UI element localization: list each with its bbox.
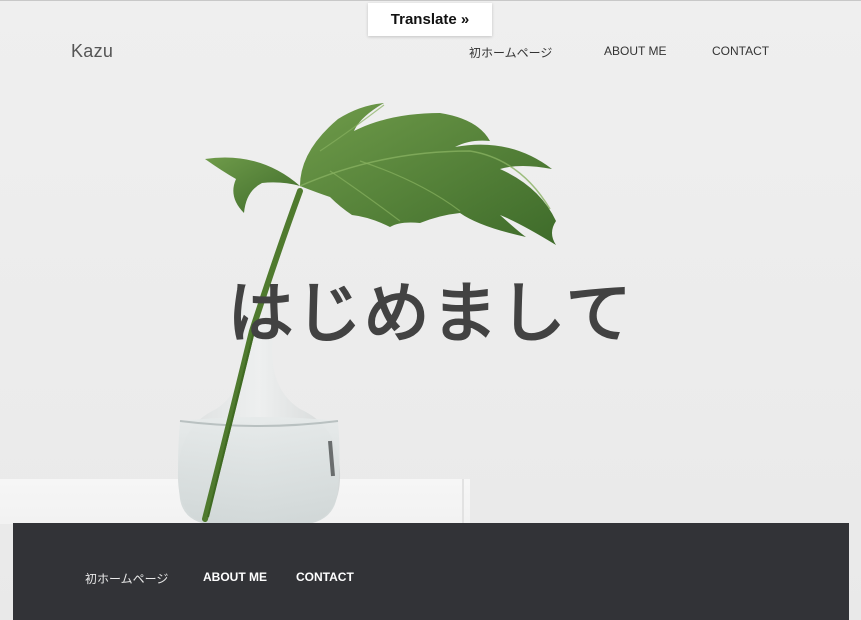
footer: 初ホームページ ABOUT ME CONTACT — [13, 523, 849, 620]
nav-link-contact[interactable]: CONTACT — [712, 44, 769, 58]
translate-button[interactable]: Translate » — [368, 3, 492, 36]
hero-title: はじめまして — [0, 260, 861, 356]
hero-title-text: はじめまして — [227, 276, 634, 350]
site-brand[interactable]: Kazu — [71, 41, 113, 62]
nav-link-about[interactable]: ABOUT ME — [604, 44, 666, 58]
footer-link-home[interactable]: 初ホームページ — [85, 570, 168, 587]
footer-link-contact[interactable]: CONTACT — [296, 570, 354, 584]
nav-link-home[interactable]: 初ホームページ — [469, 44, 552, 61]
footer-link-about[interactable]: ABOUT ME — [203, 570, 267, 584]
top-rule — [0, 0, 861, 1]
page: Translate » Kazu 初ホームページ ABOUT ME CONTAC… — [0, 0, 861, 620]
